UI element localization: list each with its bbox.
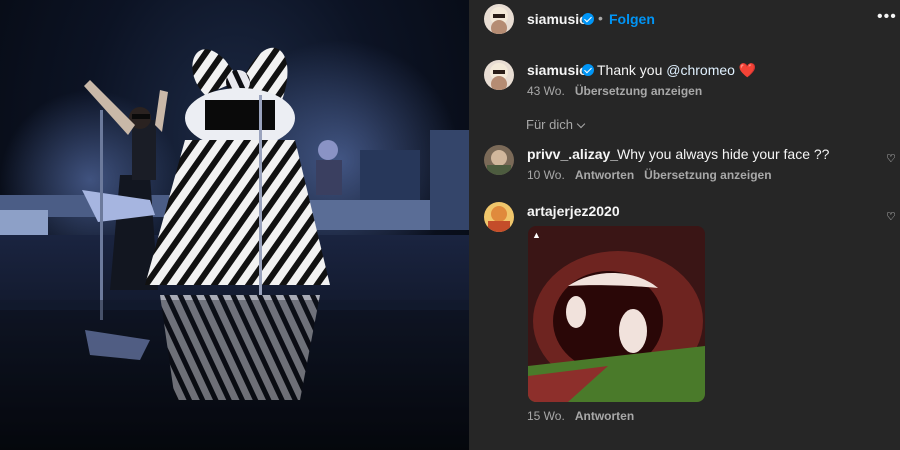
header-separator: •	[598, 10, 603, 26]
like-heart-icon[interactable]: ♡	[886, 152, 896, 165]
comment-author[interactable]: artajerjez2020	[527, 203, 620, 219]
filter-label: Für dich	[526, 117, 573, 132]
caption-meta: 43 Wo. Übersetzung anzeigen	[527, 84, 702, 98]
commenter-avatar[interactable]	[484, 202, 514, 232]
comment-meta: 10 Wo. Antworten Übersetzung anzeigen	[527, 168, 772, 182]
follow-button[interactable]: Folgen	[609, 11, 655, 27]
post-media[interactable]	[0, 0, 469, 450]
like-heart-icon[interactable]: ♡	[886, 210, 896, 223]
chevron-down-icon	[576, 119, 586, 129]
avatar-image	[484, 145, 514, 175]
concert-photo	[0, 40, 469, 450]
avatar-image	[484, 202, 514, 232]
translate-button[interactable]: Übersetzung anzeigen	[575, 84, 702, 98]
caption-avatar[interactable]	[484, 60, 514, 90]
author-avatar[interactable]	[484, 4, 514, 34]
gif-attachment[interactable]: ▲	[528, 226, 705, 402]
reply-button[interactable]: Antworten	[575, 168, 634, 182]
comment-meta: 15 Wo. Antworten	[527, 409, 634, 423]
caption-text: Thank you @chromeo ❤️	[597, 62, 756, 79]
comment-filter-dropdown[interactable]: Für dich	[526, 117, 586, 132]
reply-button[interactable]: Antworten	[575, 409, 634, 423]
verified-badge-icon	[582, 13, 594, 25]
more-options-icon[interactable]: •••	[877, 8, 897, 26]
heart-emoji: ❤️	[738, 62, 757, 78]
translate-button[interactable]: Übersetzung anzeigen	[644, 168, 771, 182]
gif-badge-icon: ▲	[532, 230, 541, 240]
caption-body: Thank you	[597, 62, 667, 78]
avatar-image	[484, 60, 514, 90]
mention-link[interactable]: @chromeo	[666, 62, 735, 78]
comment-age: 15 Wo.	[527, 409, 565, 423]
caption-age: 43 Wo.	[527, 84, 565, 98]
commenter-avatar[interactable]	[484, 145, 514, 175]
avatar-image	[484, 4, 514, 34]
comment-text: Why you always hide your face ??	[617, 146, 830, 162]
comment-age: 10 Wo.	[527, 168, 565, 182]
author-username[interactable]: siamusic	[527, 11, 587, 27]
verified-badge-icon	[582, 64, 594, 76]
caption-author[interactable]: siamusic	[527, 62, 587, 78]
gif-open-mouth-image	[528, 226, 705, 402]
comment-author[interactable]: privv_.alizay_	[527, 146, 618, 162]
